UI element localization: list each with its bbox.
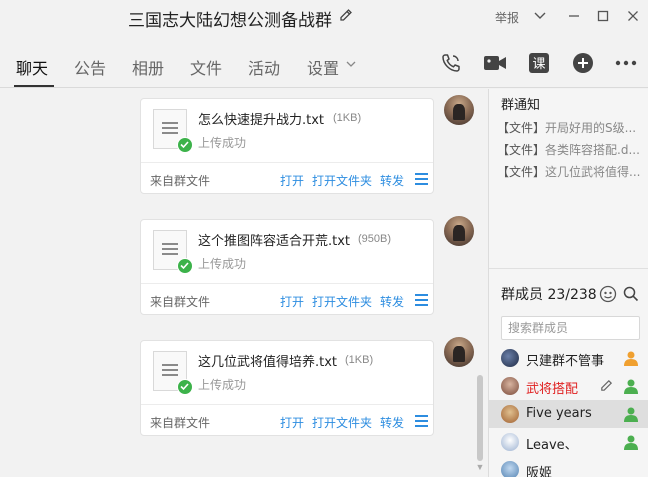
edit-icon[interactable] xyxy=(338,7,354,23)
scroll-down-icon[interactable]: ▼ xyxy=(474,462,486,472)
card-footer: 来自群文件 打开 打开文件夹 转发 xyxy=(141,405,433,436)
open-button[interactable]: 打开 xyxy=(280,293,304,310)
member-name[interactable]: Five years xyxy=(526,406,592,421)
chat-area[interactable]: 怎么快速提升战力.txt (1KB) 上传成功 来自群文件 打开 打开文件夹 转… xyxy=(0,89,488,477)
chat-scrollbar[interactable] xyxy=(477,375,483,461)
file-message-card[interactable]: 怎么快速提升战力.txt (1KB) 上传成功 来自群文件 打开 打开文件夹 转… xyxy=(140,98,434,194)
file-source: 来自群文件 xyxy=(150,295,211,309)
card-footer: 来自群文件 打开 打开文件夹 转发 xyxy=(141,284,433,315)
open-button[interactable]: 打开 xyxy=(280,414,304,431)
menu-icon[interactable] xyxy=(415,415,428,430)
notice-item[interactable]: 【文件】开局好用的S级... xyxy=(497,119,647,136)
tab-album[interactable]: 相册 xyxy=(132,55,164,79)
member-icon xyxy=(624,379,638,394)
notice-text: 开局好用的S级... xyxy=(545,121,637,135)
settings-chevron-icon xyxy=(346,61,356,67)
add-icon[interactable] xyxy=(571,51,595,75)
active-tab-indicator xyxy=(14,85,54,87)
minimize-icon[interactable] xyxy=(563,6,585,26)
file-size: (1KB) xyxy=(333,112,362,124)
tab-bar: 聊天 公告 相册 文件 活动 设置 课 xyxy=(0,35,648,88)
divider xyxy=(489,268,648,269)
owner-icon xyxy=(624,351,638,366)
file-size: (950B) xyxy=(358,233,392,245)
member-row[interactable]: 武将搭配 xyxy=(489,372,648,400)
phone-call-icon[interactable] xyxy=(439,51,463,75)
member-avatar[interactable] xyxy=(501,349,519,367)
forward-button[interactable]: 转发 xyxy=(380,414,404,431)
file-size: (1KB) xyxy=(345,354,374,366)
search-icon[interactable] xyxy=(623,286,639,302)
notice-tag: 【文件】 xyxy=(497,143,546,157)
member-row[interactable]: 只建群不管事 xyxy=(489,344,648,372)
member-search-box[interactable] xyxy=(501,316,640,340)
avatar[interactable] xyxy=(444,95,474,125)
chevron-down-icon[interactable] xyxy=(529,6,551,26)
member-row[interactable]: Leave、 xyxy=(489,428,648,456)
close-icon[interactable] xyxy=(622,6,644,26)
tab-settings[interactable]: 设置 xyxy=(307,55,339,79)
upload-status: 上传成功 xyxy=(198,378,247,392)
file-name[interactable]: 这几位武将值得培养.txt xyxy=(198,351,337,370)
card-footer: 来自群文件 打开 打开文件夹 转发 xyxy=(141,163,433,194)
open-button[interactable]: 打开 xyxy=(280,172,304,189)
member-name[interactable]: 阪姬 xyxy=(526,462,552,477)
member-avatar[interactable] xyxy=(501,433,519,451)
forward-button[interactable]: 转发 xyxy=(380,293,404,310)
maximize-icon[interactable] xyxy=(592,6,614,26)
member-avatar[interactable] xyxy=(501,461,519,477)
avatar[interactable] xyxy=(444,337,474,367)
upload-success-icon xyxy=(177,137,193,153)
title-bar: 三国志大陆幻想公测备战群 举报 xyxy=(0,0,648,35)
file-source: 来自群文件 xyxy=(150,174,211,188)
lesson-icon[interactable]: 课 xyxy=(527,51,551,75)
member-name[interactable]: 武将搭配 xyxy=(526,378,578,397)
group-notice-title[interactable]: 群通知 xyxy=(501,94,540,113)
members-title: 群成员 23/238 xyxy=(501,287,597,303)
member-avatar[interactable] xyxy=(501,405,519,423)
member-row[interactable]: Five years xyxy=(489,400,648,428)
open-folder-button[interactable]: 打开文件夹 xyxy=(312,172,372,189)
window-title: 三国志大陆幻想公测备战群 xyxy=(128,11,332,31)
file-source: 来自群文件 xyxy=(150,416,211,430)
file-message-card[interactable]: 这几位武将值得培养.txt (1KB) 上传成功 来自群文件 打开 打开文件夹 … xyxy=(140,340,434,436)
open-folder-button[interactable]: 打开文件夹 xyxy=(312,293,372,310)
notice-text: 这几位武将值得... xyxy=(545,165,641,179)
tab-activity[interactable]: 活动 xyxy=(248,55,280,79)
tab-files[interactable]: 文件 xyxy=(190,55,222,79)
avatar[interactable] xyxy=(444,216,474,246)
open-folder-button[interactable]: 打开文件夹 xyxy=(312,414,372,431)
file-message-card[interactable]: 这个推图阵容适合开荒.txt (950B) 上传成功 来自群文件 打开 打开文件… xyxy=(140,219,434,315)
right-panel: 群通知 【文件】开局好用的S级... 【文件】各类阵容搭配.d... 【文件】这… xyxy=(488,89,648,477)
member-name[interactable]: Leave、 xyxy=(526,434,578,453)
member-row[interactable]: 阪姬 xyxy=(489,456,648,477)
more-icon[interactable] xyxy=(614,51,638,75)
file-name[interactable]: 怎么快速提升战力.txt xyxy=(198,109,324,128)
notice-tag: 【文件】 xyxy=(497,165,546,179)
notice-tag: 【文件】 xyxy=(497,121,546,135)
upload-status: 上传成功 xyxy=(198,136,247,150)
menu-icon[interactable] xyxy=(415,294,428,309)
menu-icon[interactable] xyxy=(415,173,428,188)
upload-success-icon xyxy=(177,258,193,274)
notice-item[interactable]: 【文件】这几位武将值得... xyxy=(497,163,647,180)
tab-announcement[interactable]: 公告 xyxy=(74,55,106,79)
member-search-input[interactable] xyxy=(502,317,639,339)
member-icon xyxy=(624,407,638,422)
upload-success-icon xyxy=(177,379,193,395)
svg-text:课: 课 xyxy=(532,57,545,72)
edit-icon[interactable] xyxy=(599,378,614,393)
tab-chat[interactable]: 聊天 xyxy=(16,55,48,79)
file-name[interactable]: 这个推图阵容适合开荒.txt xyxy=(198,230,350,249)
forward-button[interactable]: 转发 xyxy=(380,172,404,189)
member-icon xyxy=(624,435,638,450)
members-manage-icon[interactable] xyxy=(599,285,617,303)
member-avatar[interactable] xyxy=(501,377,519,395)
notice-text: 各类阵容搭配.d... xyxy=(545,143,640,157)
video-call-icon[interactable] xyxy=(483,51,507,75)
report-button[interactable]: 举报 xyxy=(495,9,519,26)
member-name[interactable]: 只建群不管事 xyxy=(526,350,604,369)
notice-item[interactable]: 【文件】各类阵容搭配.d... xyxy=(497,141,647,158)
upload-status: 上传成功 xyxy=(198,257,247,271)
